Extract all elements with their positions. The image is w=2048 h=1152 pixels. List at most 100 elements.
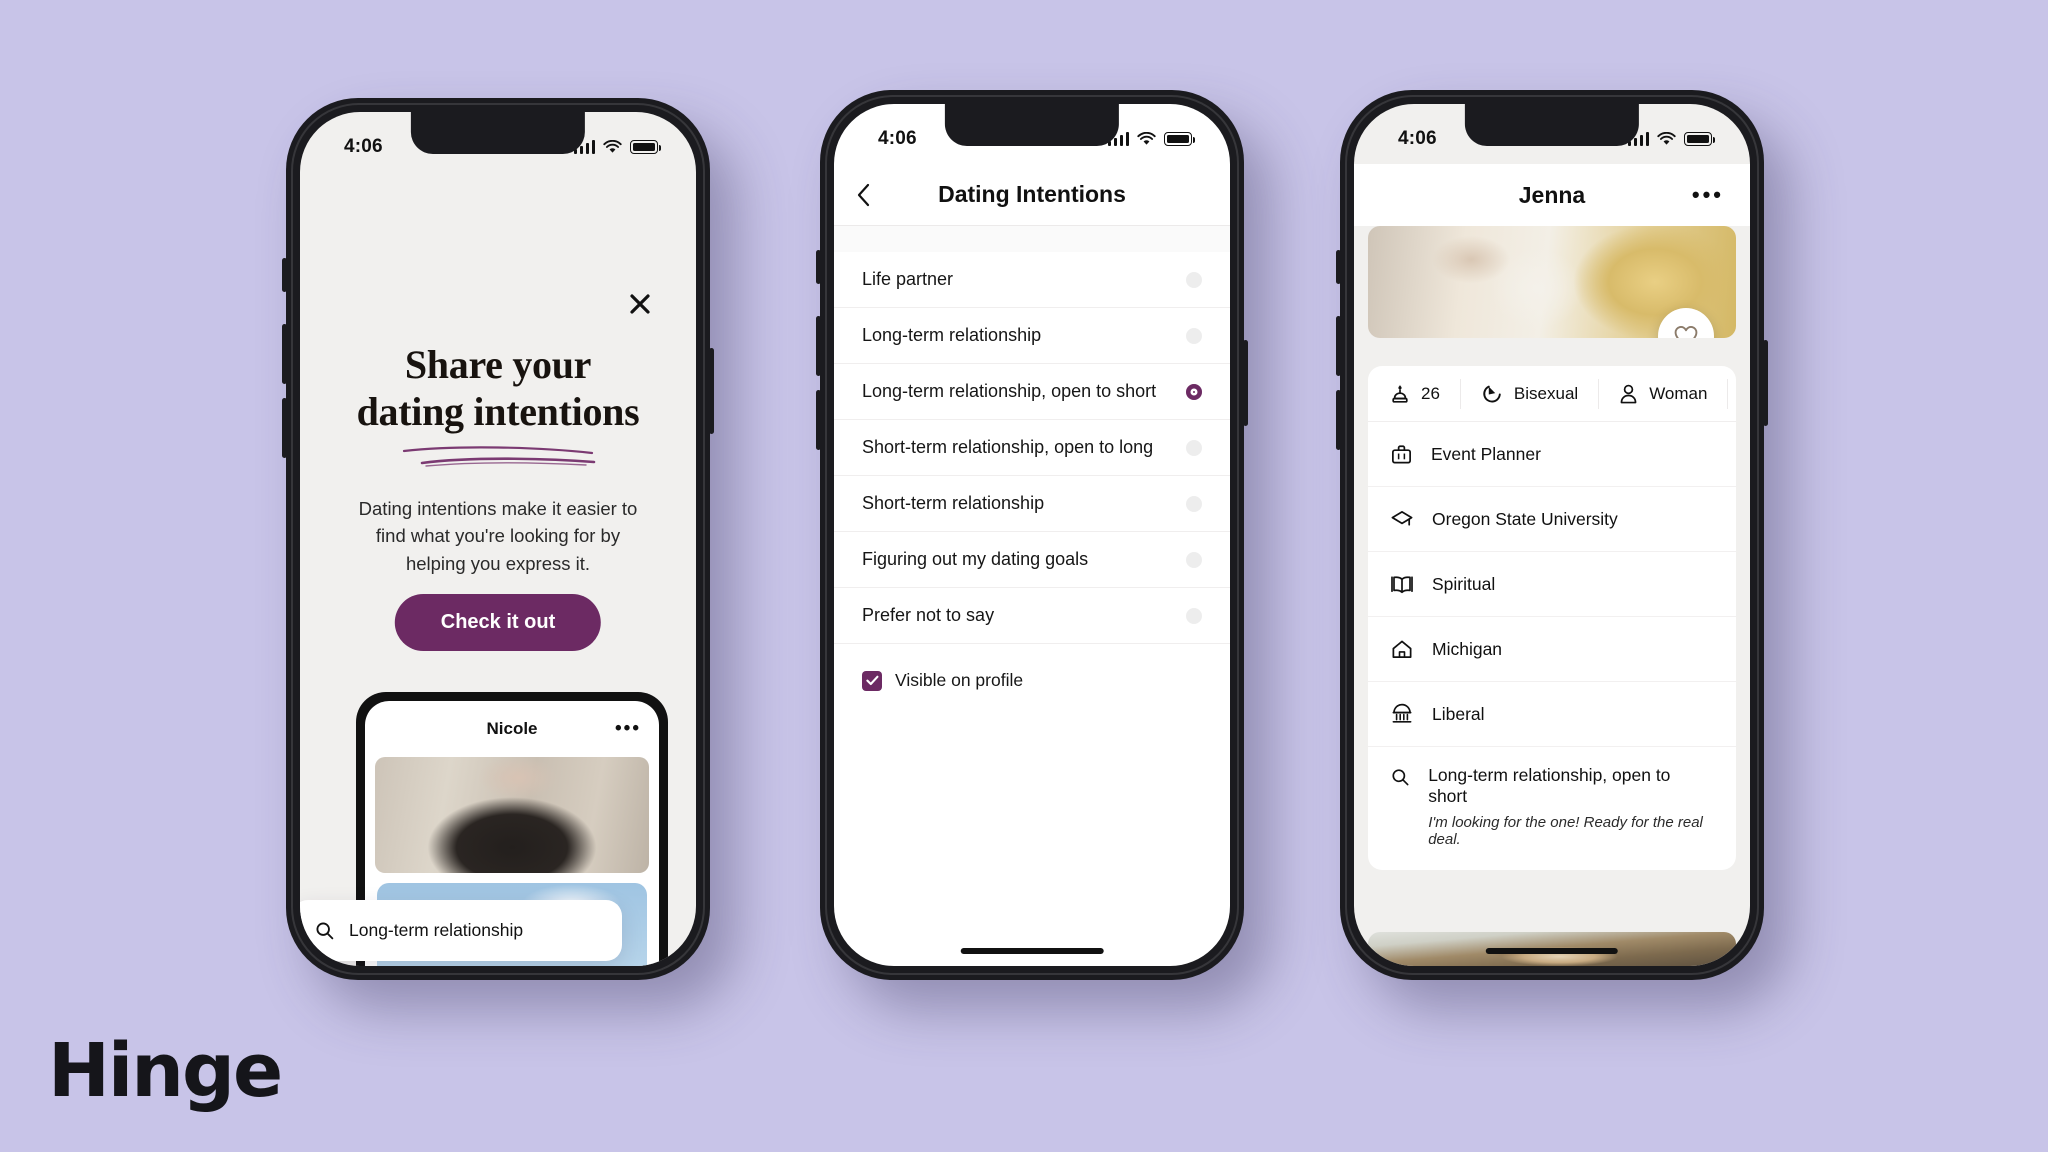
profile-photo-bottom <box>1368 932 1736 966</box>
government-building-icon <box>1392 703 1412 723</box>
intention-pill-label: Long-term relationship <box>349 920 524 940</box>
notch <box>944 104 1120 146</box>
chip-label: Bisexual <box>1513 383 1579 403</box>
profile-attribute-chips: 26 Bisexual Woman <box>1368 366 1736 422</box>
row-label: Michigan <box>1432 638 1503 659</box>
option-figuring-out-goals[interactable]: Figuring out my dating goals <box>834 532 1230 588</box>
phone-2-dating-intentions: 4:06 Dating Intentions Life partner Long… <box>816 90 1248 980</box>
option-life-partner[interactable]: Life partner <box>834 252 1230 308</box>
notch <box>1464 104 1640 146</box>
row-education: Oregon State University <box>1368 487 1736 552</box>
chip-partial-next[interactable] <box>1728 379 1736 409</box>
magnet-icon <box>1483 385 1501 402</box>
preview-profile-name: Nicole <box>486 719 538 738</box>
row-hometown: Michigan <box>1368 617 1736 682</box>
option-label: Prefer not to say <box>862 605 995 625</box>
radio-unselected-icon[interactable] <box>1186 551 1202 568</box>
chip-gender[interactable]: Woman <box>1599 378 1729 409</box>
visible-on-profile-label: Visible on profile <box>895 670 1024 690</box>
radio-unselected-icon[interactable] <box>1186 439 1202 456</box>
row-label: Event Planner <box>1431 443 1541 464</box>
option-label: Long-term relationship <box>862 325 1042 345</box>
list-top-spacer <box>834 226 1230 252</box>
phone-3-screen: 4:06 Jenna ••• 26 Bisexual Woman Event P… <box>1354 104 1750 966</box>
radio-unselected-icon[interactable] <box>1186 607 1202 624</box>
page-title: Share your dating intentions <box>300 342 696 436</box>
checkmark-icon <box>865 675 878 686</box>
chevron-left-icon <box>857 183 870 206</box>
option-prefer-not-to-say[interactable]: Prefer not to say <box>834 588 1230 644</box>
mute-switch <box>282 258 287 292</box>
power-button <box>1243 340 1248 426</box>
search-icon <box>1392 769 1409 786</box>
more-horizontal-icon[interactable]: ••• <box>615 718 641 740</box>
profile-details-card: 26 Bisexual Woman Event Planner Oregon S… <box>1368 366 1736 870</box>
check-it-out-button[interactable]: Check it out <box>394 594 602 651</box>
back-button[interactable] <box>856 183 871 207</box>
hand-drawn-underline <box>398 442 598 474</box>
chip-sexuality[interactable]: Bisexual <box>1461 378 1600 409</box>
close-button[interactable] <box>626 290 654 318</box>
visible-on-profile-toggle[interactable]: Visible on profile <box>834 644 1230 691</box>
checkbox-checked[interactable] <box>862 670 882 691</box>
page-title-line-1: Share your <box>404 342 592 387</box>
intention-pill[interactable]: Long-term relationship <box>300 900 622 961</box>
option-label: Life partner <box>862 269 954 289</box>
row-politics: Liberal <box>1368 682 1736 747</box>
notch <box>410 112 586 154</box>
battery-icon <box>1684 132 1716 146</box>
row-label: Spiritual <box>1432 573 1496 594</box>
cake-icon <box>1392 384 1408 403</box>
phone-3-profile: 4:06 Jenna ••• 26 Bisexual Woman Event P… <box>1336 90 1768 980</box>
briefcase-icon <box>1392 444 1411 464</box>
navigation-bar: Dating Intentions <box>834 164 1230 226</box>
battery-icon <box>630 140 662 154</box>
phone-1-promo: 4:06 Share your dating intentions Dating… <box>282 98 714 980</box>
options-list: Life partner Long-term relationship Long… <box>834 226 1230 691</box>
search-icon <box>316 922 334 940</box>
like-photo-button[interactable] <box>1658 308 1714 338</box>
volume-up-button <box>282 324 287 384</box>
more-horizontal-icon[interactable]: ••• <box>1692 182 1724 208</box>
volume-down-button <box>282 398 287 458</box>
option-label: Figuring out my dating goals <box>862 549 1089 569</box>
status-time: 4:06 <box>878 128 917 149</box>
page-subtitle: Dating intentions make it easier to find… <box>358 498 638 574</box>
chip-label: Woman <box>1649 383 1708 403</box>
wifi-icon <box>1137 132 1156 145</box>
phone-1-screen: 4:06 Share your dating intentions Dating… <box>300 112 696 966</box>
home-indicator <box>960 948 1104 954</box>
option-short-term-relationship[interactable]: Short-term relationship <box>834 476 1230 532</box>
radio-unselected-icon[interactable] <box>1186 495 1202 512</box>
graduation-cap-icon <box>1391 510 1413 526</box>
radio-unselected-icon[interactable] <box>1186 327 1202 344</box>
radio-selected-icon[interactable] <box>1186 383 1202 400</box>
heart-icon <box>1674 326 1698 338</box>
volume-up-button <box>1336 316 1341 376</box>
power-button <box>709 348 714 434</box>
page-title: Dating Intentions <box>938 181 1126 207</box>
chip-age[interactable]: 26 <box>1368 378 1461 409</box>
radio-unselected-icon[interactable] <box>1186 271 1202 288</box>
mute-switch <box>816 250 821 284</box>
hinge-logo: Hinge <box>48 1028 283 1114</box>
option-long-term-open-to-short[interactable]: Long-term relationship, open to short <box>834 364 1230 420</box>
profile-name-title: Jenna <box>1518 181 1586 208</box>
option-short-term-open-to-long[interactable]: Short-term relationship, open to long <box>834 420 1230 476</box>
option-label: Long-term relationship, open to short <box>862 381 1157 401</box>
row-label: Oregon State University <box>1432 508 1618 529</box>
row-label: Long-term relationship, open to short <box>1428 765 1671 806</box>
volume-down-button <box>1336 390 1341 450</box>
option-long-term-relationship[interactable]: Long-term relationship <box>834 308 1230 364</box>
person-icon <box>1620 384 1637 403</box>
mute-switch <box>1336 250 1341 284</box>
option-label: Short-term relationship, open to long <box>862 437 1154 457</box>
wifi-icon <box>1657 132 1676 145</box>
volume-down-button <box>816 390 821 450</box>
chip-label: 26 <box>1421 383 1440 403</box>
wifi-icon <box>603 140 622 153</box>
volume-up-button <box>816 316 821 376</box>
profile-photo-top <box>1368 226 1736 338</box>
page-title-line-2: dating intentions <box>356 388 640 434</box>
row-caption: I'm looking for the one! Ready for the r… <box>1428 814 1703 848</box>
